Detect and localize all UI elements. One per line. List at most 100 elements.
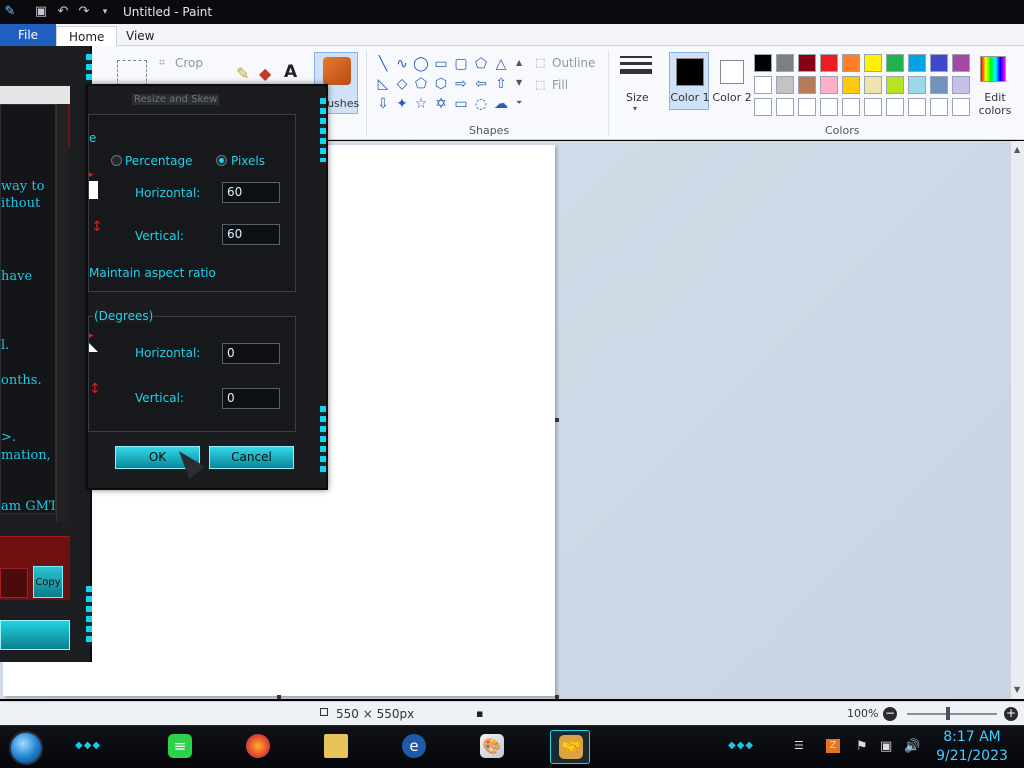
palette-color-swatch[interactable] [930,76,948,94]
palette-color-swatch[interactable] [908,54,926,72]
vertical-scrollbar[interactable]: ▲ ▼ [1010,141,1024,699]
rounded-rectangle-shape-icon[interactable]: ▢ [452,56,470,73]
save-icon[interactable]: ▣ [33,4,49,20]
pentagon-shape-icon[interactable]: ⬠ [412,76,430,93]
four-point-star-shape-icon[interactable]: ✦ [393,96,411,113]
oval-shape-icon[interactable]: ◯ [412,56,430,73]
shapes-expand-icon[interactable]: ⏷ [516,98,522,108]
palette-color-swatch[interactable] [776,76,794,94]
action-center-flag-icon[interactable]: ⚑ [856,739,868,754]
clock[interactable]: 8:17 AM 9/21/2023 [932,728,1012,766]
right-arrow-shape-icon[interactable]: ⇨ [452,76,470,93]
size-button[interactable]: Size [626,91,649,104]
customize-icon[interactable]: ▾ [97,4,113,20]
taskbar-app-firefox[interactable] [238,730,278,764]
palette-color-swatch[interactable] [930,98,948,116]
taskbar-app-explorer[interactable] [316,730,356,764]
palette-color-swatch[interactable] [952,54,970,72]
palette-color-swatch[interactable] [952,76,970,94]
tray-app-icon[interactable]: Z [826,739,840,753]
palette-color-swatch[interactable] [842,76,860,94]
dropdown-field[interactable] [0,86,70,104]
palette-color-swatch[interactable] [820,98,838,116]
palette-color-swatch[interactable] [886,76,904,94]
palette-color-swatch[interactable] [952,98,970,116]
edit-colors-icon[interactable] [980,56,1006,82]
resize-handle-corner[interactable] [555,695,559,699]
palette-color-swatch[interactable] [798,76,816,94]
fill-bucket-icon[interactable]: ◆ [259,64,271,83]
palette-color-swatch[interactable] [842,98,860,116]
palette-color-swatch[interactable] [754,54,772,72]
pixels-label[interactable]: Pixels [231,154,265,168]
palette-color-swatch[interactable] [798,54,816,72]
show-hidden-icon[interactable]: ☰ [794,739,804,752]
volume-icon[interactable]: 🔊 [904,739,920,754]
copy-button[interactable]: Copy [33,566,63,598]
start-button[interactable] [9,731,43,765]
message-scrollbar[interactable] [56,104,68,522]
palette-color-swatch[interactable] [930,54,948,72]
percentage-radio[interactable] [111,155,122,166]
cloud-callout-shape-icon[interactable]: ☁ [492,96,510,113]
left-arrow-shape-icon[interactable]: ⇦ [472,76,490,93]
pencil-icon[interactable]: ✎ [236,64,249,83]
taskbar-app-edge[interactable]: e [394,730,434,764]
six-point-star-shape-icon[interactable]: ✡ [432,96,450,113]
resize-vertical-input[interactable]: 60 [222,224,280,245]
taskbar-app-paint[interactable]: 🎨 [472,730,512,764]
cancel-button[interactable]: Cancel [209,446,294,469]
tab-home[interactable]: Home [56,26,118,46]
rect-callout-shape-icon[interactable]: ▭ [452,96,470,113]
zoom-out-button[interactable]: − [883,707,897,721]
outline-button[interactable]: Outline [552,56,595,70]
zoom-slider-thumb[interactable] [946,707,950,720]
taskbar-app-chat[interactable]: ≡ [160,730,200,764]
palette-color-swatch[interactable] [864,98,882,116]
zoom-slider[interactable] [907,713,997,715]
triangle-shape-icon[interactable]: △ [492,56,510,73]
select-icon[interactable] [117,60,147,86]
curve-shape-icon[interactable]: ∿ [393,56,411,73]
palette-color-swatch[interactable] [820,54,838,72]
pixels-radio[interactable] [216,155,227,166]
crop-button[interactable]: Crop [175,56,203,70]
palette-color-swatch[interactable] [886,54,904,72]
oval-callout-shape-icon[interactable]: ◌ [472,96,490,113]
palette-color-swatch[interactable] [864,76,882,94]
maintain-aspect-checkbox[interactable]: Maintain aspect ratio [89,266,216,280]
shapes-scroll-down-icon[interactable]: ▼ [516,78,522,87]
tab-file[interactable]: File [0,24,56,46]
zoom-in-button[interactable]: + [1004,707,1018,721]
palette-color-swatch[interactable] [908,98,926,116]
tab-view[interactable]: View [114,26,166,46]
network-icon[interactable]: ▣ [880,739,892,754]
up-arrow-shape-icon[interactable]: ⇧ [492,76,510,93]
palette-color-swatch[interactable] [886,98,904,116]
palette-color-swatch[interactable] [798,98,816,116]
skew-vertical-input[interactable]: 0 [222,388,280,409]
edit-colors-button[interactable]: Edit colors [978,91,1012,117]
resize-handle-bottom[interactable] [277,695,281,699]
palette-color-swatch[interactable] [754,76,772,94]
shapes-scroll-up-icon[interactable]: ▲ [516,58,522,67]
palette-color-swatch[interactable] [820,76,838,94]
text-tool-icon[interactable]: A [284,62,297,82]
resize-horizontal-input[interactable]: 60 [222,182,280,203]
color2-button[interactable]: Color 2 [711,52,752,110]
down-arrow-shape-icon[interactable]: ⇩ [374,96,392,113]
palette-color-swatch[interactable] [754,98,772,116]
fill-button[interactable]: Fill [552,78,568,92]
polygon-shape-icon[interactable]: ⬠ [472,56,490,73]
resize-handle-right[interactable] [555,418,559,422]
taskbar-app-handshake[interactable]: 🤝 [550,730,590,764]
action-button[interactable] [0,620,70,650]
right-triangle-shape-icon[interactable]: ◺ [374,76,392,93]
copy-text-field[interactable] [0,568,28,598]
palette-color-swatch[interactable] [842,54,860,72]
palette-color-swatch[interactable] [776,98,794,116]
undo-icon[interactable]: ↶ [55,4,71,20]
paint-app-icon[interactable]: ✎ [2,4,18,20]
diamond-shape-icon[interactable]: ◇ [393,76,411,93]
line-shape-icon[interactable]: ╲ [374,56,392,73]
